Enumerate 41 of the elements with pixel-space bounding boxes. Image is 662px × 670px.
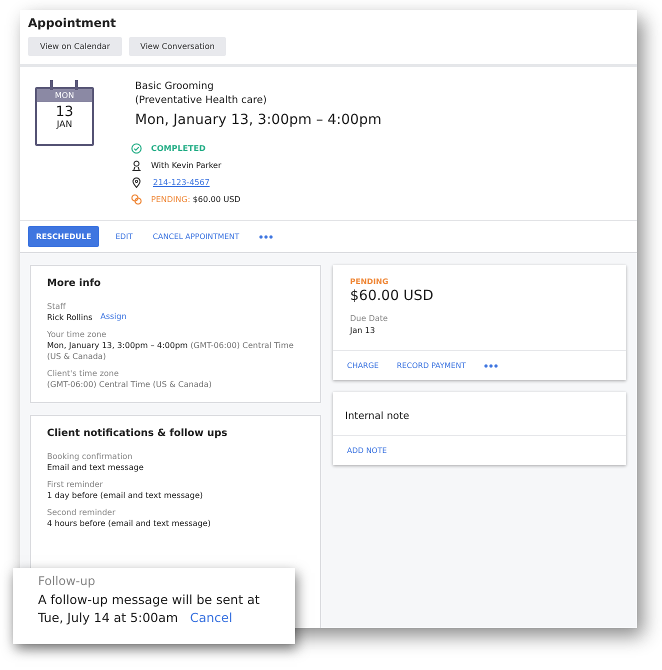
card-title: Client notifications & follow ups	[47, 428, 228, 439]
person-icon	[131, 160, 142, 171]
field-label: Booking confirmation	[47, 452, 134, 461]
field-value: Rick Rollins	[47, 312, 92, 323]
assign-link[interactable]: Assign	[100, 312, 127, 323]
coins-icon	[131, 194, 142, 205]
payment-amount: $60.00 USD	[350, 288, 434, 304]
payment-status-text: PENDING: $60.00 USD	[151, 195, 240, 204]
service-name: Basic Grooming	[135, 80, 215, 94]
more-icon[interactable]	[259, 234, 274, 238]
cancel-link[interactable]: Cancel	[190, 610, 232, 625]
follow-up-message: A follow-up message will be sent at Tue, July 14 at 5:00am Cancel	[38, 591, 261, 627]
status-text: COMPLETED	[151, 144, 206, 153]
field-label: First reminder	[47, 480, 104, 489]
location-pin-icon	[131, 177, 142, 188]
check-circle-icon	[131, 143, 142, 154]
calendar-weekday: MON	[37, 89, 92, 102]
card-title: Internal note	[345, 411, 410, 422]
field-value: Email and text message	[47, 462, 145, 473]
more-icon[interactable]	[484, 364, 498, 368]
phone-link[interactable]: 214-123-4567	[153, 178, 210, 187]
due-date-label: Due Date	[350, 314, 389, 323]
header-button[interactable]: View on Calendar	[28, 37, 122, 56]
appointment-time: Mon, January 13, 3:00pm – 4:00pm	[135, 112, 382, 128]
field-value: (GMT-06:00) Central Time (US & Canada)	[47, 379, 213, 390]
field-value: 1 day before (email and text message)	[47, 490, 204, 501]
field-label: Second reminder	[47, 508, 116, 517]
page-title: Appointment	[28, 16, 118, 30]
calendar-month: JAN	[56, 120, 72, 130]
card-title: More info	[47, 278, 102, 289]
follow-up-label: Follow-up	[38, 574, 96, 588]
calendar-day: 13	[56, 104, 74, 120]
field-value: 4 hours before (email and text message)	[47, 518, 212, 529]
service-category: (Preventative Health care)	[135, 94, 268, 108]
field-value: Mon, January 13, 3:00pm – 4:00pm (GMT-06:00) Central Time (US & Canada)	[47, 340, 295, 362]
field-label: Staff	[47, 302, 67, 311]
field-label: Your time zone	[47, 330, 108, 339]
staff-text: With Kevin Parker	[151, 161, 222, 170]
header-button[interactable]: View Conversation	[129, 37, 226, 56]
due-date-value: Jan 13	[350, 325, 376, 336]
field-label: Client's time zone	[47, 369, 120, 378]
